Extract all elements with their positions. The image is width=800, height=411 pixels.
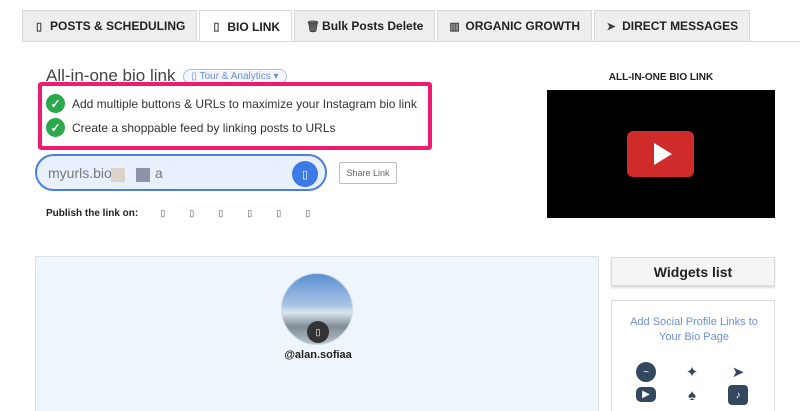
bio-page-preview: ▯ @alan.sofiaa bbox=[35, 256, 599, 411]
widgets-list-title: Widgets list bbox=[611, 257, 775, 286]
share-link-button[interactable]: Share Link bbox=[339, 162, 397, 184]
bar-chart-icon: ▥ bbox=[449, 20, 460, 33]
youtube-icon[interactable]: ▯ bbox=[293, 208, 322, 219]
tiktok-icon[interactable]: ▯ bbox=[264, 208, 293, 219]
twitter-icon[interactable]: ▯ bbox=[206, 208, 235, 219]
tab-label: DIRECT MESSAGES bbox=[622, 19, 739, 33]
youtube-icon[interactable]: ▶ bbox=[636, 387, 656, 402]
linkedin-icon[interactable]: ▯ bbox=[235, 208, 264, 219]
tab-direct-messages[interactable]: ➤ DIRECT MESSAGES bbox=[594, 10, 751, 41]
tab-bar: ▯ POSTS & SCHEDULING ▯ BIO LINK 🗑 Bulk P… bbox=[22, 10, 752, 42]
highlight-box bbox=[38, 82, 432, 150]
video-title: ALL-IN-ONE BIO LINK bbox=[608, 72, 714, 83]
copy-icon: ▯ bbox=[301, 168, 309, 181]
paper-plane-icon: ➤ bbox=[606, 20, 616, 33]
bio-link-page: ▯ POSTS & SCHEDULING ▯ BIO LINK 🗑 Bulk P… bbox=[0, 0, 800, 411]
tab-divider bbox=[22, 41, 800, 42]
telegram-icon[interactable]: ➤ bbox=[728, 362, 748, 382]
tour-label: Tour & Analytics bbox=[199, 70, 271, 82]
bio-link-field[interactable]: myurls.bio/ a ▯ bbox=[35, 154, 327, 191]
redacted-block bbox=[136, 168, 150, 182]
tab-label: BIO LINK bbox=[227, 19, 281, 34]
link-suffix: a bbox=[155, 165, 163, 181]
link-prefix: myurls.bio/ bbox=[48, 165, 116, 181]
tab-bio-link[interactable]: ▯ BIO LINK bbox=[199, 10, 293, 42]
tab-label: Bulk Posts Delete bbox=[322, 19, 424, 33]
publish-label: Publish the link on: bbox=[46, 208, 139, 219]
tab-posts-scheduling[interactable]: ▯ POSTS & SCHEDULING bbox=[22, 10, 198, 41]
social-links-widget[interactable]: Add Social Profile Links to Your Bio Pag… bbox=[611, 300, 775, 411]
trash-icon: 🗑 bbox=[306, 20, 320, 33]
phone-icon: ▯ bbox=[213, 21, 220, 33]
widget-description: Add Social Profile Links to Your Bio Pag… bbox=[630, 316, 758, 343]
play-button[interactable] bbox=[627, 131, 694, 177]
tab-bulk-posts-delete[interactable]: 🗑 Bulk Posts Delete bbox=[294, 10, 436, 41]
video-player[interactable] bbox=[547, 90, 775, 218]
publish-row: Publish the link on: ▯ ▯ ▯ ▯ ▯ ▯ bbox=[46, 208, 322, 219]
info-icon: ▯ bbox=[191, 70, 197, 82]
phone-icon: ▯ bbox=[35, 20, 43, 33]
messenger-icon[interactable]: ~ bbox=[636, 362, 656, 382]
camera-icon[interactable]: ▯ bbox=[307, 321, 329, 343]
instagram-icon[interactable]: ▯ bbox=[148, 208, 177, 219]
twitter-icon[interactable]: ✦ bbox=[682, 362, 702, 382]
facebook-icon[interactable]: ▯ bbox=[177, 208, 206, 219]
redacted-block bbox=[111, 168, 125, 182]
copy-link-button[interactable]: ▯ bbox=[292, 161, 318, 187]
tab-label: ORGANIC GROWTH bbox=[465, 19, 581, 33]
chevron-down-icon: ▾ bbox=[273, 70, 279, 82]
tab-organic-growth[interactable]: ▥ ORGANIC GROWTH bbox=[437, 10, 593, 41]
tab-label: POSTS & SCHEDULING bbox=[50, 19, 186, 33]
snapchat-icon[interactable]: ♠ bbox=[682, 385, 702, 405]
play-icon bbox=[653, 143, 672, 165]
tiktok-icon[interactable]: ♪ bbox=[728, 385, 748, 405]
profile-username: @alan.sofiaa bbox=[284, 349, 352, 361]
